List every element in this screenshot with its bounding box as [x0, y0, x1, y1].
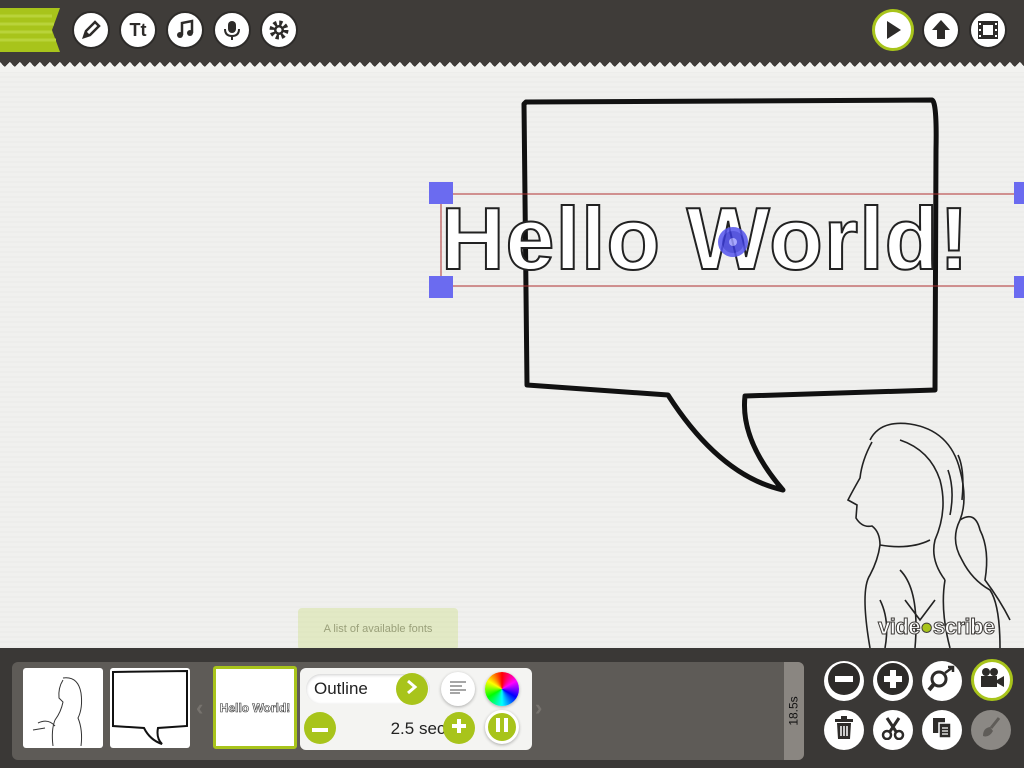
- chevron-right-icon: [405, 679, 419, 700]
- zoom-out-icon: [827, 662, 861, 701]
- plus-icon: [451, 718, 467, 739]
- bubble-thumb-image: [112, 669, 188, 745]
- logo-text-end: scribe: [932, 614, 995, 640]
- text-icon: Tt: [129, 19, 147, 40]
- color-picker-button[interactable]: [485, 672, 519, 706]
- tooltip-text: A list of available fonts: [323, 623, 433, 635]
- microphone-icon: [221, 19, 243, 41]
- music-note-icon: [174, 19, 196, 41]
- gear-icon: [267, 18, 291, 42]
- resize-handle-top-right[interactable]: [1014, 182, 1024, 204]
- decrease-duration-button[interactable]: [304, 712, 336, 744]
- toolbar-edge: [0, 62, 1024, 72]
- camera-icon: [979, 667, 1005, 694]
- resize-handle-top-left[interactable]: [429, 182, 453, 204]
- camera-button[interactable]: [971, 659, 1013, 701]
- pause-button[interactable]: [485, 710, 519, 744]
- top-toolbar: Tt: [0, 0, 1024, 62]
- zoom-fit-icon: [927, 664, 957, 699]
- film-icon: [976, 18, 1000, 42]
- timeline-thumb-woman[interactable]: [23, 668, 103, 748]
- woman-thumb-image: [32, 677, 83, 747]
- videoscribe-logo: vide●scribe: [877, 614, 995, 640]
- zoom-in-button[interactable]: [873, 661, 913, 701]
- upload-icon: [930, 19, 952, 41]
- cut-button[interactable]: [873, 710, 913, 750]
- copy-icon: [931, 716, 953, 745]
- resize-handle-bottom-right[interactable]: [1014, 276, 1024, 298]
- align-left-icon: [449, 680, 467, 699]
- rotate-handle[interactable]: [718, 227, 748, 257]
- brush-button[interactable]: [971, 710, 1011, 750]
- timeline-next-arrow[interactable]: ›: [535, 695, 542, 721]
- zoom-out-button[interactable]: [824, 661, 864, 701]
- trash-icon: [833, 715, 855, 745]
- font-name-value: Outline: [314, 679, 368, 698]
- drawing-canvas[interactable]: Hello World! A list of available fonts v…: [0, 72, 1024, 662]
- play-icon: [883, 19, 903, 41]
- delete-button[interactable]: [824, 710, 864, 750]
- zoom-fit-button[interactable]: [922, 661, 962, 701]
- text-align-button[interactable]: [441, 672, 475, 706]
- timeline-thumb-selected[interactable]: Hello World!: [213, 666, 297, 749]
- font-list-tooltip: A list of available fonts: [298, 608, 458, 662]
- logo-o: ●: [920, 614, 934, 640]
- play-button[interactable]: [872, 9, 914, 51]
- logo-text-start: vide: [877, 614, 921, 640]
- color-wheel-icon: [485, 672, 519, 706]
- text-tool-button[interactable]: Tt: [119, 11, 157, 49]
- timeline-prev-arrow[interactable]: ‹: [196, 695, 203, 721]
- music-button[interactable]: [166, 11, 204, 49]
- draw-tool-button[interactable]: [72, 11, 110, 49]
- zoom-in-icon: [876, 662, 910, 701]
- increase-duration-button[interactable]: [443, 712, 475, 744]
- resize-handle-bottom-left[interactable]: [429, 276, 453, 298]
- selected-thumb-text: Hello World!: [219, 700, 291, 715]
- next-font-button[interactable]: [396, 673, 428, 705]
- voiceover-button[interactable]: [213, 11, 251, 49]
- total-duration-tab: 18.5s: [784, 662, 804, 760]
- timeline-thumb-bubble[interactable]: [110, 668, 190, 748]
- brush-icon: [979, 716, 1003, 745]
- settings-button[interactable]: [260, 11, 298, 49]
- copy-button[interactable]: [922, 710, 962, 750]
- scissors-icon: [881, 716, 905, 745]
- minus-icon: [312, 719, 328, 737]
- pause-icon: [495, 717, 509, 738]
- share-button[interactable]: [922, 11, 960, 49]
- scene-artwork: [440, 97, 1024, 648]
- menu-flag[interactable]: [0, 8, 60, 52]
- text-properties-panel: Outline 2.5 sec: [300, 668, 532, 750]
- total-duration: 18.5s: [787, 696, 802, 726]
- rotate-handle-center: [729, 238, 737, 246]
- pencil-icon: [80, 19, 102, 41]
- speech-bubble: [521, 97, 939, 493]
- export-video-button[interactable]: [969, 11, 1007, 49]
